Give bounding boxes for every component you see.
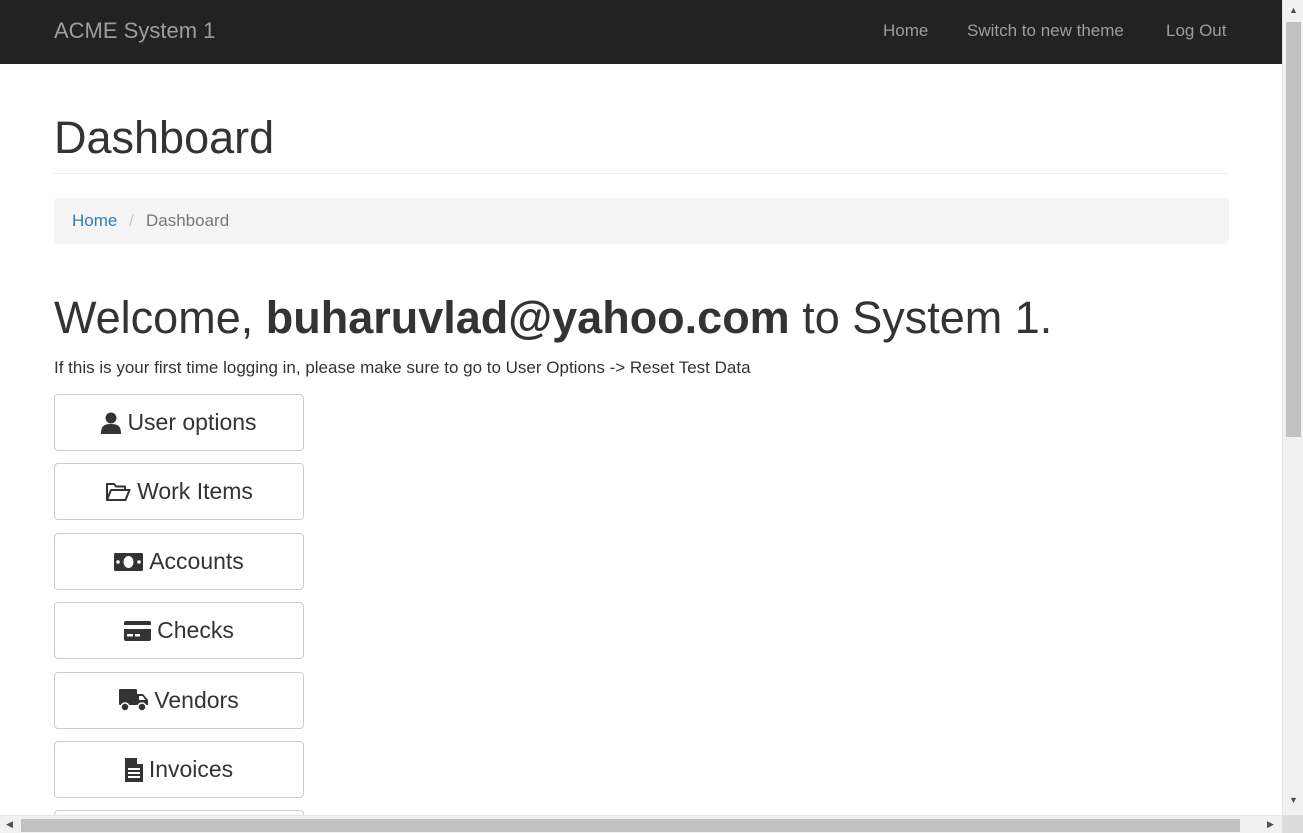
nav-switch-theme-link[interactable]: Switch to new theme xyxy=(967,21,1124,41)
checks-label: Checks xyxy=(157,617,234,643)
accounts-button[interactable]: Accounts xyxy=(54,533,304,590)
first-login-hint: If this is your first time logging in, p… xyxy=(54,358,751,377)
vendors-label: Vendors xyxy=(154,687,239,713)
horizontal-scrollbar[interactable]: ◀ ▶ xyxy=(0,815,1282,833)
folder-open-icon xyxy=(105,482,131,502)
breadcrumb-home-link[interactable]: Home xyxy=(72,211,117,231)
horizontal-scroll-thumb[interactable] xyxy=(21,819,1240,832)
invoices-label: Invoices xyxy=(148,756,234,782)
user-options-button[interactable]: User options xyxy=(54,394,304,451)
vertical-scrollbar[interactable]: ▲ ▼ xyxy=(1282,0,1303,815)
user-icon xyxy=(101,412,122,434)
scroll-right-arrow-icon[interactable]: ▶ xyxy=(1267,820,1274,829)
accounts-label: Accounts xyxy=(149,548,244,574)
checks-button[interactable]: Checks xyxy=(54,602,304,659)
truck-icon xyxy=(119,689,149,712)
welcome-user: buharuvlad@yahoo.com xyxy=(265,292,790,343)
breadcrumb-current: Dashboard xyxy=(146,211,230,230)
welcome-heading: Welcome, buharuvlad@yahoo.com to System … xyxy=(54,292,1052,344)
money-icon xyxy=(114,552,144,571)
scroll-left-arrow-icon[interactable]: ◀ xyxy=(6,820,13,829)
nav-home-link[interactable]: Home xyxy=(883,21,928,41)
invoices-button[interactable]: Invoices xyxy=(54,741,304,798)
title-divider xyxy=(54,173,1229,174)
vendors-button[interactable]: Vendors xyxy=(54,672,304,729)
top-navbar: ACME System 1 Home Switch to new theme L… xyxy=(0,0,1282,64)
scrollbar-corner xyxy=(1282,815,1303,833)
breadcrumb-separator: / xyxy=(129,211,134,230)
file-text-icon xyxy=(124,757,143,782)
welcome-prefix: Welcome, xyxy=(54,292,266,343)
credit-card-icon xyxy=(124,620,152,641)
welcome-suffix: to System 1. xyxy=(789,292,1053,343)
brand-link[interactable]: ACME System 1 xyxy=(54,18,215,44)
breadcrumb: Home / Dashboard xyxy=(54,198,1229,244)
work-items-label: Work Items xyxy=(137,478,253,504)
scroll-up-arrow-icon[interactable]: ▲ xyxy=(1289,6,1298,15)
page-title: Dashboard xyxy=(54,112,275,163)
user-options-label: User options xyxy=(127,409,257,435)
nav-logout-link[interactable]: Log Out xyxy=(1166,21,1227,41)
vertical-scroll-thumb[interactable] xyxy=(1286,22,1301,437)
scroll-down-arrow-icon[interactable]: ▼ xyxy=(1289,796,1298,805)
work-items-button[interactable]: Work Items xyxy=(54,463,304,520)
